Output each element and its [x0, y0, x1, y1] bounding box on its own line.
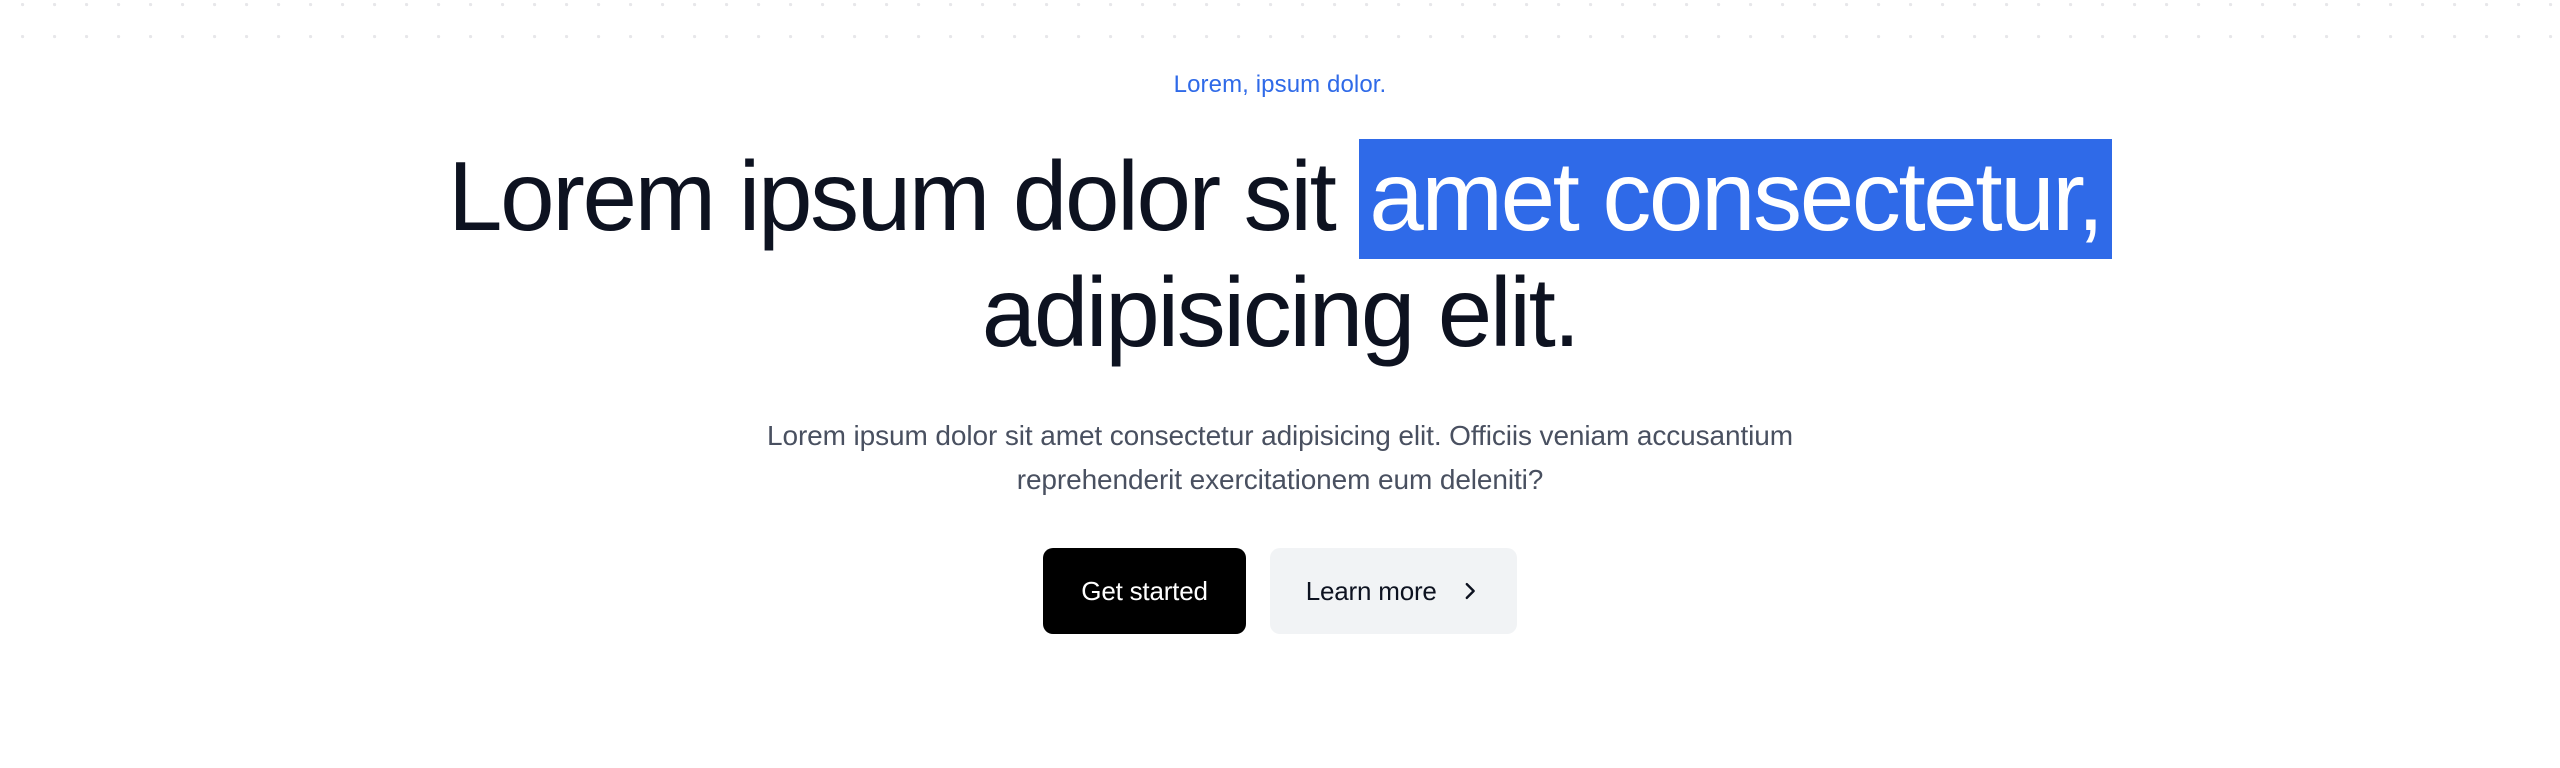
hero-content: Lorem, ipsum dolor. Lorem ipsum dolor si… — [0, 0, 2560, 634]
learn-more-button[interactable]: Learn more — [1269, 548, 1517, 634]
headline-highlight: amet consectetur, — [1359, 139, 2112, 259]
chevron-right-icon — [1459, 580, 1481, 602]
learn-more-label: Learn more — [1305, 576, 1437, 606]
hero-eyebrow: Lorem, ipsum dolor. — [1173, 71, 1387, 98]
hero-subtitle: Lorem ipsum dolor sit amet consectetur a… — [767, 420, 1793, 495]
page-title: Lorem ipsum dolor sit amet consectetur, … — [280, 100, 2280, 370]
headline-text-after: adipisicing elit. — [981, 257, 1581, 367]
hero-section: Lorem, ipsum dolor. Lorem ipsum dolor si… — [0, 0, 2560, 768]
cta-button-group: Get started Learn more — [0, 502, 2560, 634]
get-started-button[interactable]: Get started — [1043, 548, 1246, 634]
headline-text-before: Lorem ipsum dolor sit — [448, 141, 1360, 251]
